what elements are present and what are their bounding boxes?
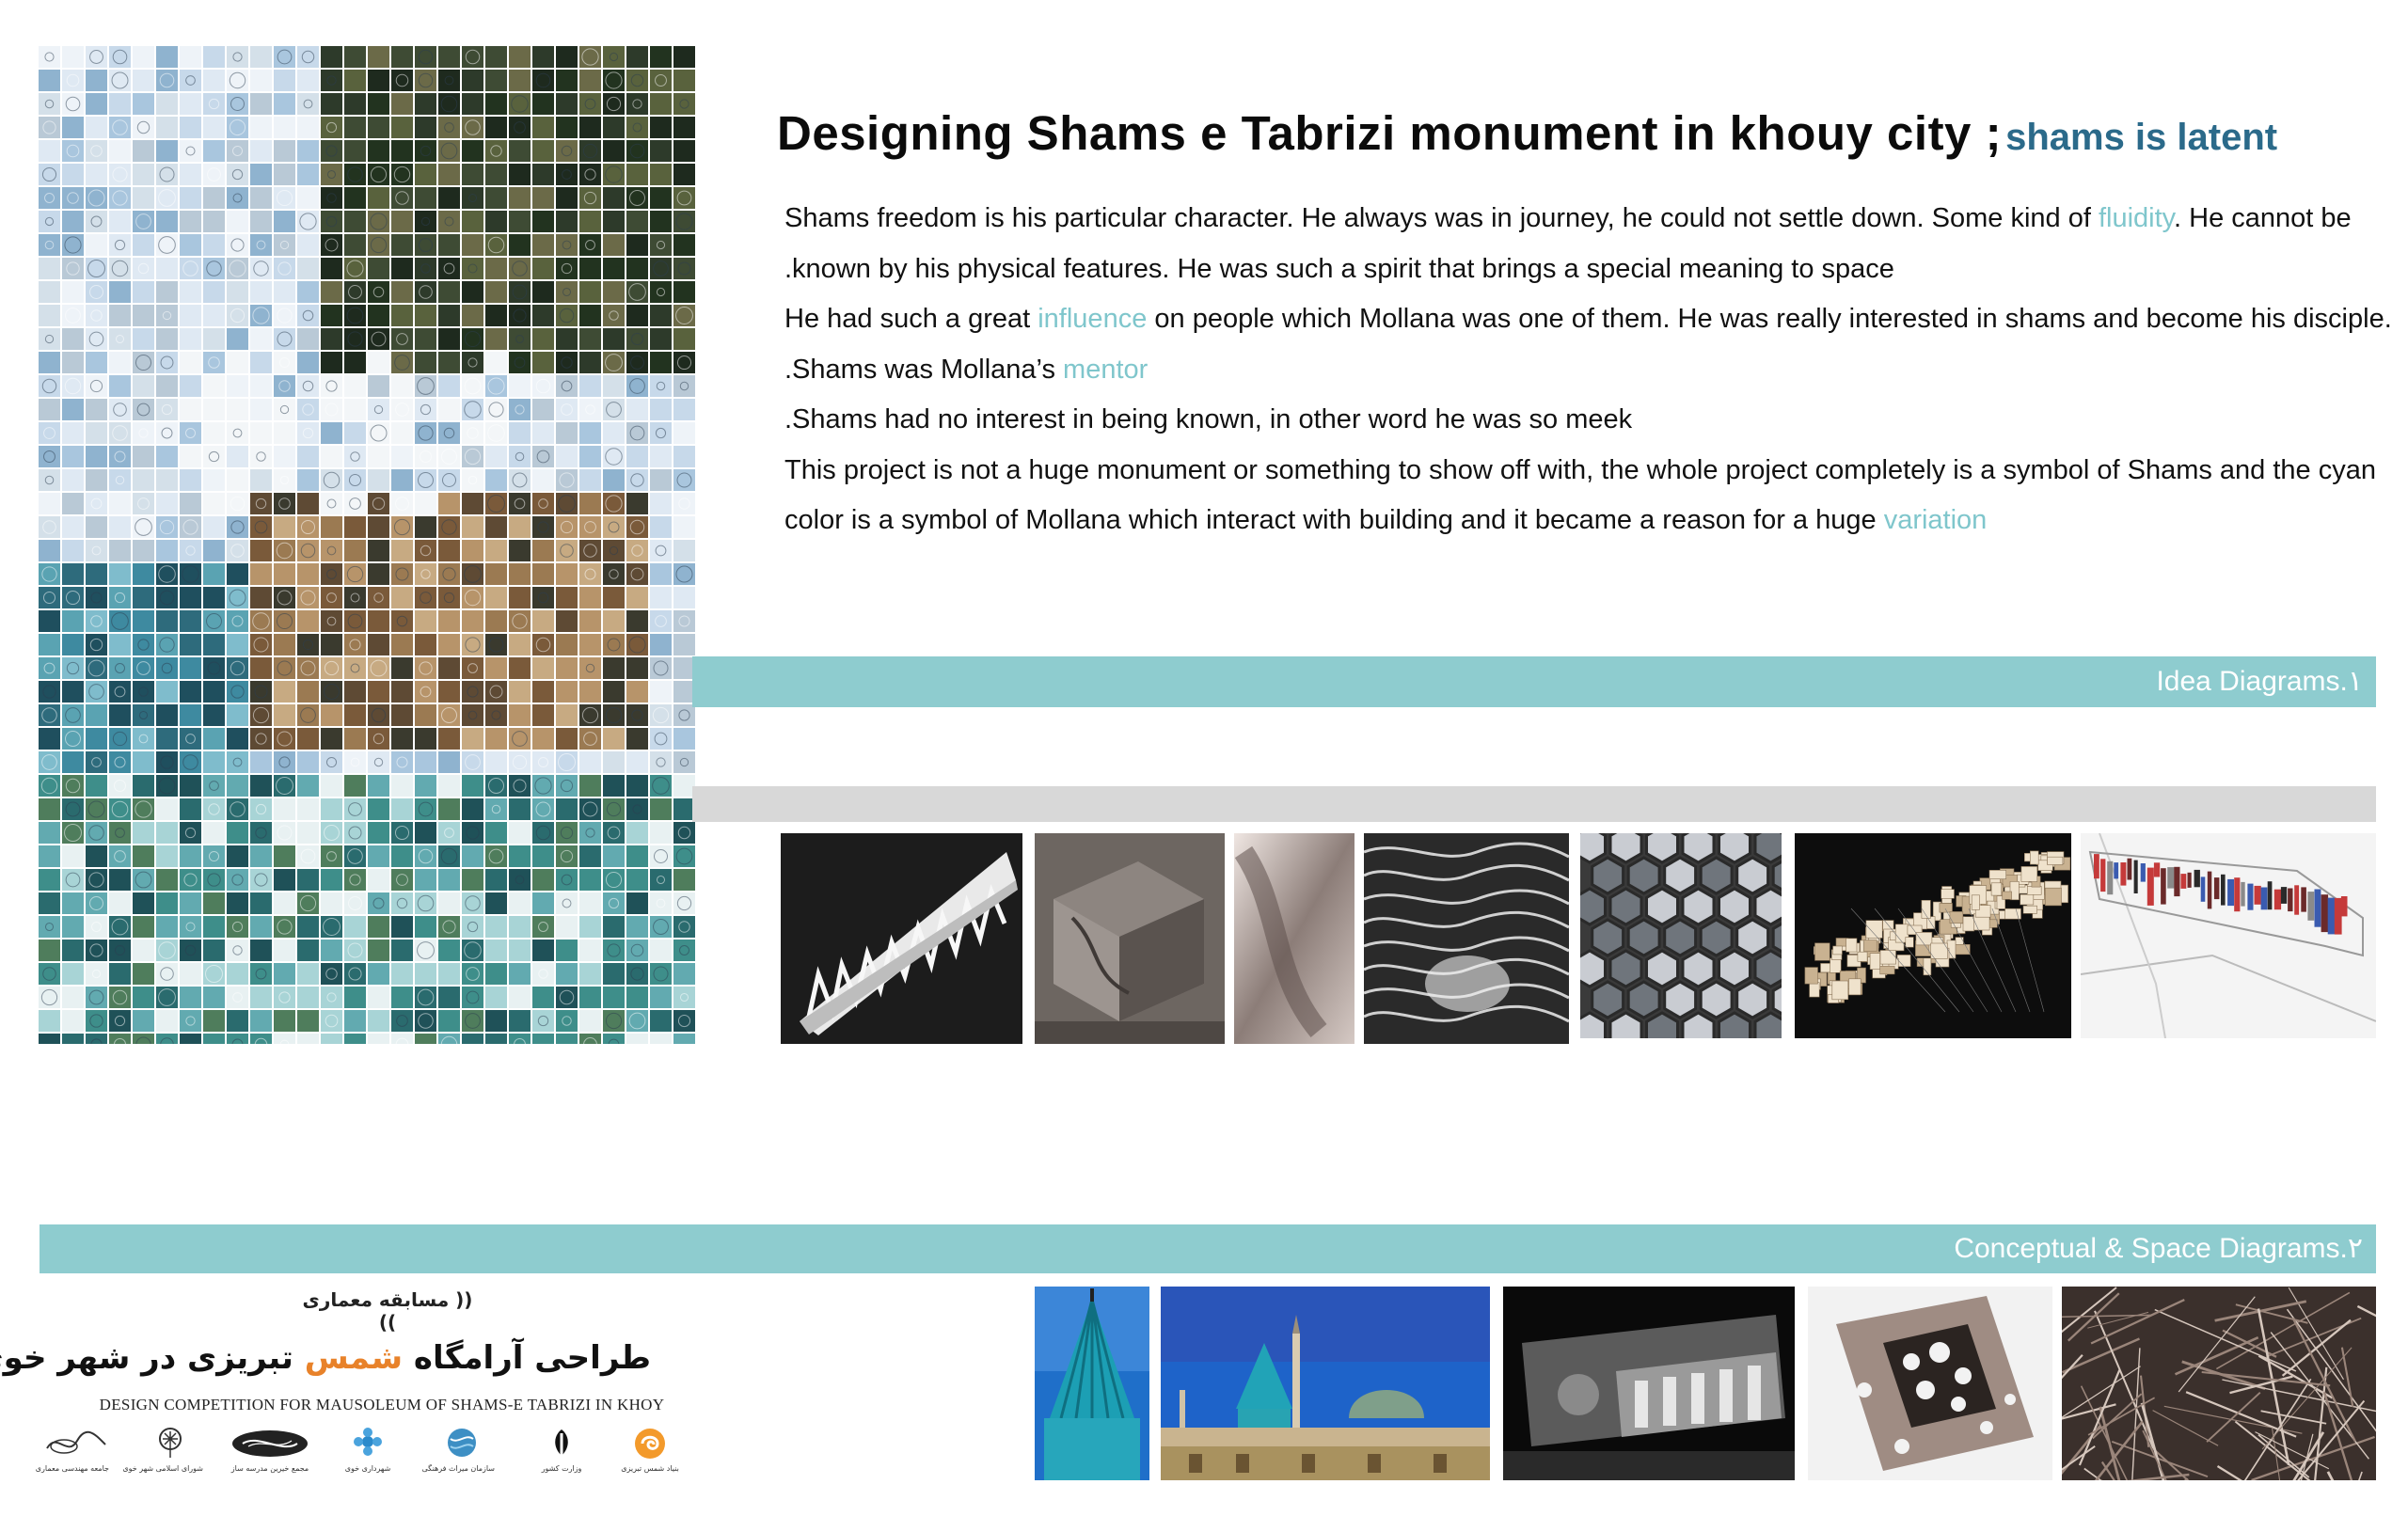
thumbnail-woven-facade bbox=[2062, 1287, 2376, 1480]
highlight-mentor: mentor bbox=[1063, 354, 1149, 385]
competition-title-english: DESIGN COMPETITION FOR MAUSOLEUM OF SHAM… bbox=[99, 1396, 665, 1413]
description-line: This project is not a huge monument or s… bbox=[784, 454, 2376, 485]
conceptual-diagrams-header: Conceptual & Space Diagrams.۲ bbox=[40, 1224, 2376, 1273]
tree-logo-icon: شورای اسلامی شهر خوی bbox=[122, 1426, 203, 1488]
mosaic-portrait-image bbox=[38, 45, 696, 1044]
divider-bar bbox=[692, 786, 2376, 822]
emblem-logo-icon: وزارت کشور bbox=[529, 1426, 594, 1488]
highlight-variation: variation bbox=[1883, 505, 1988, 535]
thumbnail-hexagon-pattern bbox=[1580, 833, 1782, 1038]
competition-title-persian: طراحی آرامگاه شمس تبریزی در شهر خوی bbox=[0, 1339, 651, 1377]
swirl-logo-icon: بنیاد شمس تبریزی bbox=[617, 1426, 683, 1488]
highlight-influence: influence bbox=[1038, 304, 1148, 334]
thumbnail-stacked-blocks-model bbox=[1795, 833, 2071, 1038]
thumbnail-turquoise-dome bbox=[1035, 1287, 1149, 1480]
globe-logo-icon: سازمان میراث فرهنگی bbox=[421, 1426, 495, 1488]
description-line: .Shams had no interest in being known, i… bbox=[784, 404, 1633, 434]
description-line: Shams freedom is his particular characte… bbox=[784, 203, 2352, 233]
description-line: color is a symbol of Mollana which inter… bbox=[784, 505, 1988, 535]
project-description: Shams freedom is his particular characte… bbox=[784, 194, 2392, 546]
flower-logo-icon: شهرداری خوی bbox=[335, 1426, 401, 1488]
description-line: .Shams was Mollana’s mentor bbox=[784, 354, 1149, 385]
thumbnail-ocean-waves bbox=[1364, 833, 1569, 1044]
thumbnail-voronoi-panel-model bbox=[1808, 1287, 2052, 1480]
highlight-fluidity: fluidity bbox=[2098, 203, 2175, 233]
description-line: He had such a great influence on people … bbox=[784, 304, 2392, 334]
thumbnail-clay-massing-model bbox=[1035, 833, 1225, 1044]
title-subtitle: shams is latent bbox=[2005, 117, 2278, 158]
thumbnail-building-render bbox=[1503, 1287, 1795, 1480]
thumbnail-site-plan bbox=[2081, 833, 2376, 1038]
competition-label: (( مسابقه معماری )) bbox=[302, 1288, 473, 1334]
idea-diagrams-header: Idea Diagrams.۱ bbox=[692, 656, 2376, 707]
signature-logo-icon: جامعه مهندسی معماری bbox=[36, 1426, 109, 1488]
thumbnail-folded-paper-model bbox=[781, 833, 1022, 1044]
sponsor-logos: جامعه مهندسی معماری شورای اسلامی شهر خوی… bbox=[36, 1426, 683, 1490]
competition-title-highlight: شمس bbox=[304, 1339, 404, 1377]
description-line: .known by his physical features. He was … bbox=[784, 253, 1894, 284]
calligraphy-logo-icon: مجمع خیرین مدرسه ساز bbox=[228, 1426, 312, 1488]
competition-logo-block: (( مسابقه معماری )) طراحی آرامگاه شمس تب… bbox=[0, 1285, 679, 1492]
thumbnail-blurred-shadow bbox=[1234, 833, 1354, 1044]
thumbnail-mevlana-mosque bbox=[1161, 1287, 1490, 1480]
title-main: Designing Shams e Tabrizi monument in kh… bbox=[777, 106, 2003, 160]
page-title: Designing Shams e Tabrizi monument in kh… bbox=[777, 105, 2277, 161]
